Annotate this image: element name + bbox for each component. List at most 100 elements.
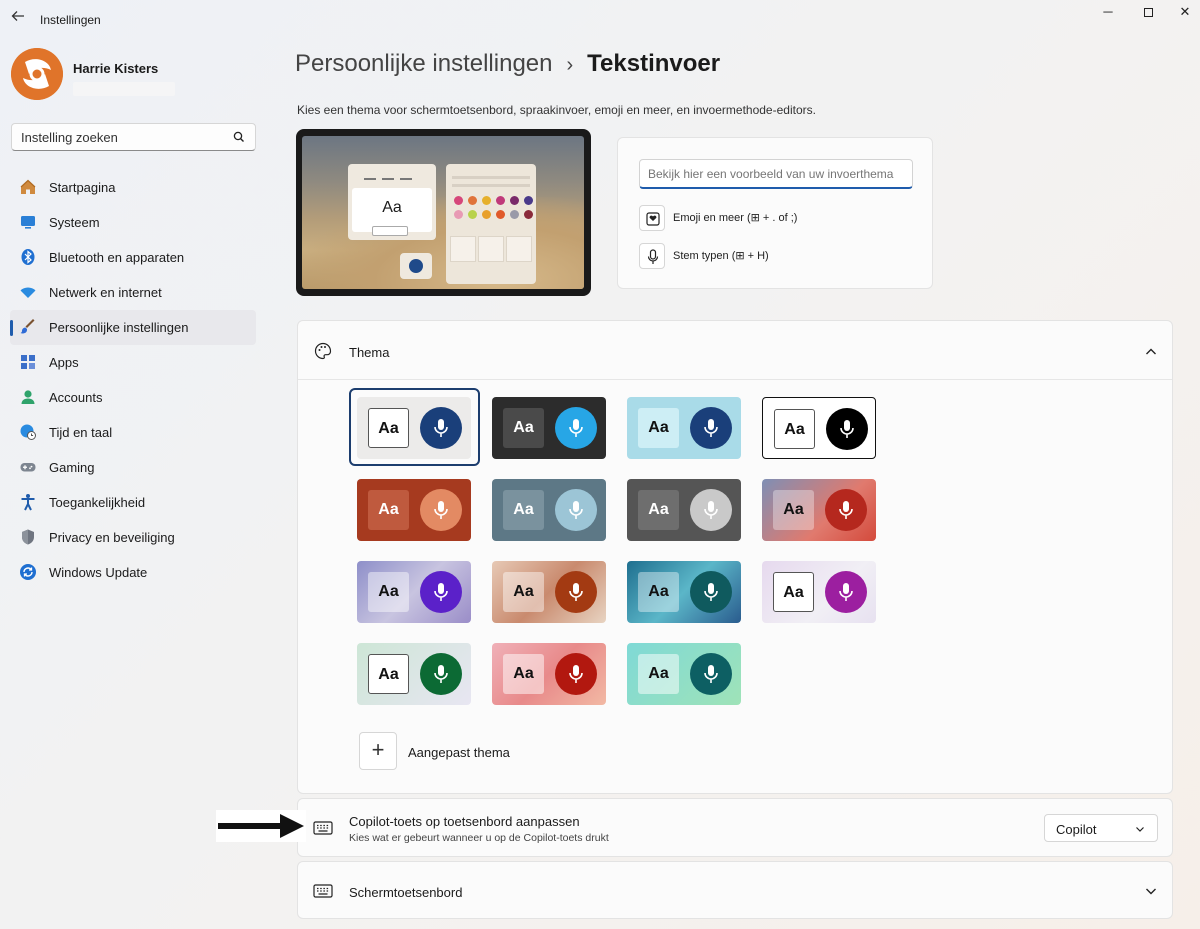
microphone-icon — [555, 489, 597, 531]
sidebar-item-privacy[interactable]: Privacy en beveiliging — [10, 520, 256, 555]
theme-sample-text: Aa — [773, 572, 814, 612]
sidebar-item-startpagina[interactable]: Startpagina — [10, 170, 256, 205]
dropdown-selected-value: Copilot — [1056, 822, 1097, 837]
search-icon — [233, 131, 244, 142]
sidebar-item-label: Toegankelijkheid — [49, 495, 146, 510]
theme-tile-5[interactable]: Aa — [357, 479, 471, 541]
annotation-arrow — [216, 810, 306, 842]
chevron-down-icon — [1146, 888, 1156, 895]
sidebar-item-tijd-en-taal[interactable]: Tijd en taal — [10, 415, 256, 450]
home-icon — [20, 179, 36, 194]
preview-input-field[interactable] — [639, 159, 913, 189]
copilot-key-setting: Copilot-toets op toetsenbord aanpassen K… — [297, 798, 1173, 857]
page-title: Tekstinvoer — [587, 50, 721, 77]
theme-tile-10[interactable]: Aa — [492, 561, 606, 623]
theme-tile-11[interactable]: Aa — [627, 561, 741, 623]
sidebar-nav: Startpagina Systeem Bluetooth en apparat… — [10, 170, 256, 590]
microphone-icon — [420, 489, 462, 531]
close-button[interactable]: ✕ — [1165, 4, 1200, 24]
sidebar-item-label: Persoonlijke instellingen — [49, 320, 189, 335]
search-placeholder: Instelling zoeken — [21, 130, 118, 145]
maximize-icon — [1143, 8, 1153, 17]
back-button[interactable] — [8, 8, 28, 28]
sidebar-item-windows-update[interactable]: Windows Update — [10, 555, 256, 590]
theme-sample-text: Aa — [638, 572, 679, 612]
copilot-setting-subtitle: Kies wat er gebeurt wanneer u op de Copi… — [349, 832, 609, 844]
update-icon — [20, 564, 36, 580]
sidebar-item-systeem[interactable]: Systeem — [10, 205, 256, 240]
theme-tile-6[interactable]: Aa — [492, 479, 606, 541]
emoji-button[interactable] — [639, 205, 665, 231]
theme-tile-15[interactable]: Aa — [627, 643, 741, 705]
theme-sample-text: Aa — [774, 409, 815, 449]
theme-tile-2[interactable]: Aa — [492, 397, 606, 459]
theme-tile-12[interactable]: Aa — [762, 561, 876, 623]
microphone-icon — [420, 407, 462, 449]
on-screen-keyboard-setting[interactable]: Schermtoetsenbord — [297, 861, 1173, 919]
copilot-key-dropdown[interactable]: Copilot — [1044, 814, 1158, 842]
sidebar-item-label: Apps — [49, 355, 79, 370]
theme-tile-4[interactable]: Aa — [762, 397, 876, 459]
microphone-icon — [647, 249, 659, 264]
theme-tile-1[interactable]: Aa — [357, 397, 471, 459]
avatar[interactable] — [11, 48, 63, 100]
theme-tile-7[interactable]: Aa — [627, 479, 741, 541]
breadcrumb-separator: › — [566, 54, 574, 76]
theme-tile-8[interactable]: Aa — [762, 479, 876, 541]
wifi-icon — [20, 287, 36, 298]
sidebar-item-apps[interactable]: Apps — [10, 345, 256, 380]
preview-keyboard-panel: Aa — [348, 164, 436, 240]
theme-sample-text: Aa — [368, 572, 409, 612]
theme-sample-text: Aa — [638, 408, 679, 448]
theme-sample-text: Aa — [368, 490, 409, 530]
sidebar-item-label: Startpagina — [49, 180, 116, 195]
sidebar-item-gaming[interactable]: Gaming — [10, 450, 256, 485]
voice-typing-label: Stem typen (⊞ + H) — [673, 250, 769, 262]
sidebar-item-bluetooth[interactable]: Bluetooth en apparaten — [10, 240, 256, 275]
microphone-icon — [690, 571, 732, 613]
emoji-label: Emoji en meer (⊞ + . of ;) — [673, 212, 798, 224]
theme-sample-text: Aa — [368, 654, 409, 694]
microphone-icon — [690, 489, 732, 531]
preview-wallpaper: Aa — [302, 136, 584, 289]
avatar-logo-icon — [11, 48, 63, 100]
microphone-icon — [826, 408, 868, 450]
bluetooth-icon — [21, 249, 35, 265]
gamepad-icon — [20, 463, 36, 472]
search-input[interactable]: Instelling zoeken — [11, 123, 256, 151]
voice-typing-button[interactable] — [639, 243, 665, 269]
chevron-down-icon — [1136, 827, 1144, 832]
breadcrumb-parent[interactable]: Persoonlijke instellingen — [295, 50, 552, 77]
sidebar-item-toegankelijkheid[interactable]: Toegankelijkheid — [10, 485, 256, 520]
theme-preview-image: Aa — [296, 129, 591, 296]
sidebar-item-persoonlijke-instellingen[interactable]: Persoonlijke instellingen — [10, 310, 256, 345]
accessibility-icon — [21, 494, 35, 511]
theme-sample-text: Aa — [503, 654, 544, 694]
theme-tile-9[interactable]: Aa — [357, 561, 471, 623]
arrow-right-icon — [218, 814, 304, 838]
title-bar: Instellingen ─ ✕ — [0, 0, 1200, 40]
back-arrow-icon — [11, 11, 24, 21]
add-custom-theme-button[interactable]: + — [359, 732, 397, 770]
sidebar-item-label: Gaming — [49, 460, 95, 475]
maximize-button[interactable] — [1128, 4, 1168, 24]
theme-tile-3[interactable]: Aa — [627, 397, 741, 459]
sidebar-item-netwerk[interactable]: Netwerk en internet — [10, 275, 256, 310]
microphone-icon — [555, 407, 597, 449]
theme-sample-text: Aa — [638, 490, 679, 530]
theme-section-header[interactable]: Thema — [298, 321, 1172, 380]
sidebar-item-label: Netwerk en internet — [49, 285, 162, 300]
page-description: Kies een thema voor schermtoetsenbord, s… — [297, 103, 816, 117]
theme-sample-text: Aa — [773, 490, 814, 530]
theme-tile-13[interactable]: Aa — [357, 643, 471, 705]
globe-clock-icon — [20, 424, 36, 440]
theme-tile-14[interactable]: Aa — [492, 643, 606, 705]
keyboard-icon — [313, 821, 333, 835]
emoji-heart-icon — [646, 212, 660, 226]
theme-sample-text: Aa — [638, 654, 679, 694]
sidebar-item-accounts[interactable]: Accounts — [10, 380, 256, 415]
minimize-button[interactable]: ─ — [1088, 4, 1128, 24]
sidebar-item-label: Privacy en beveiliging — [49, 530, 175, 545]
microphone-icon — [555, 571, 597, 613]
chevron-up-icon — [1146, 348, 1156, 355]
